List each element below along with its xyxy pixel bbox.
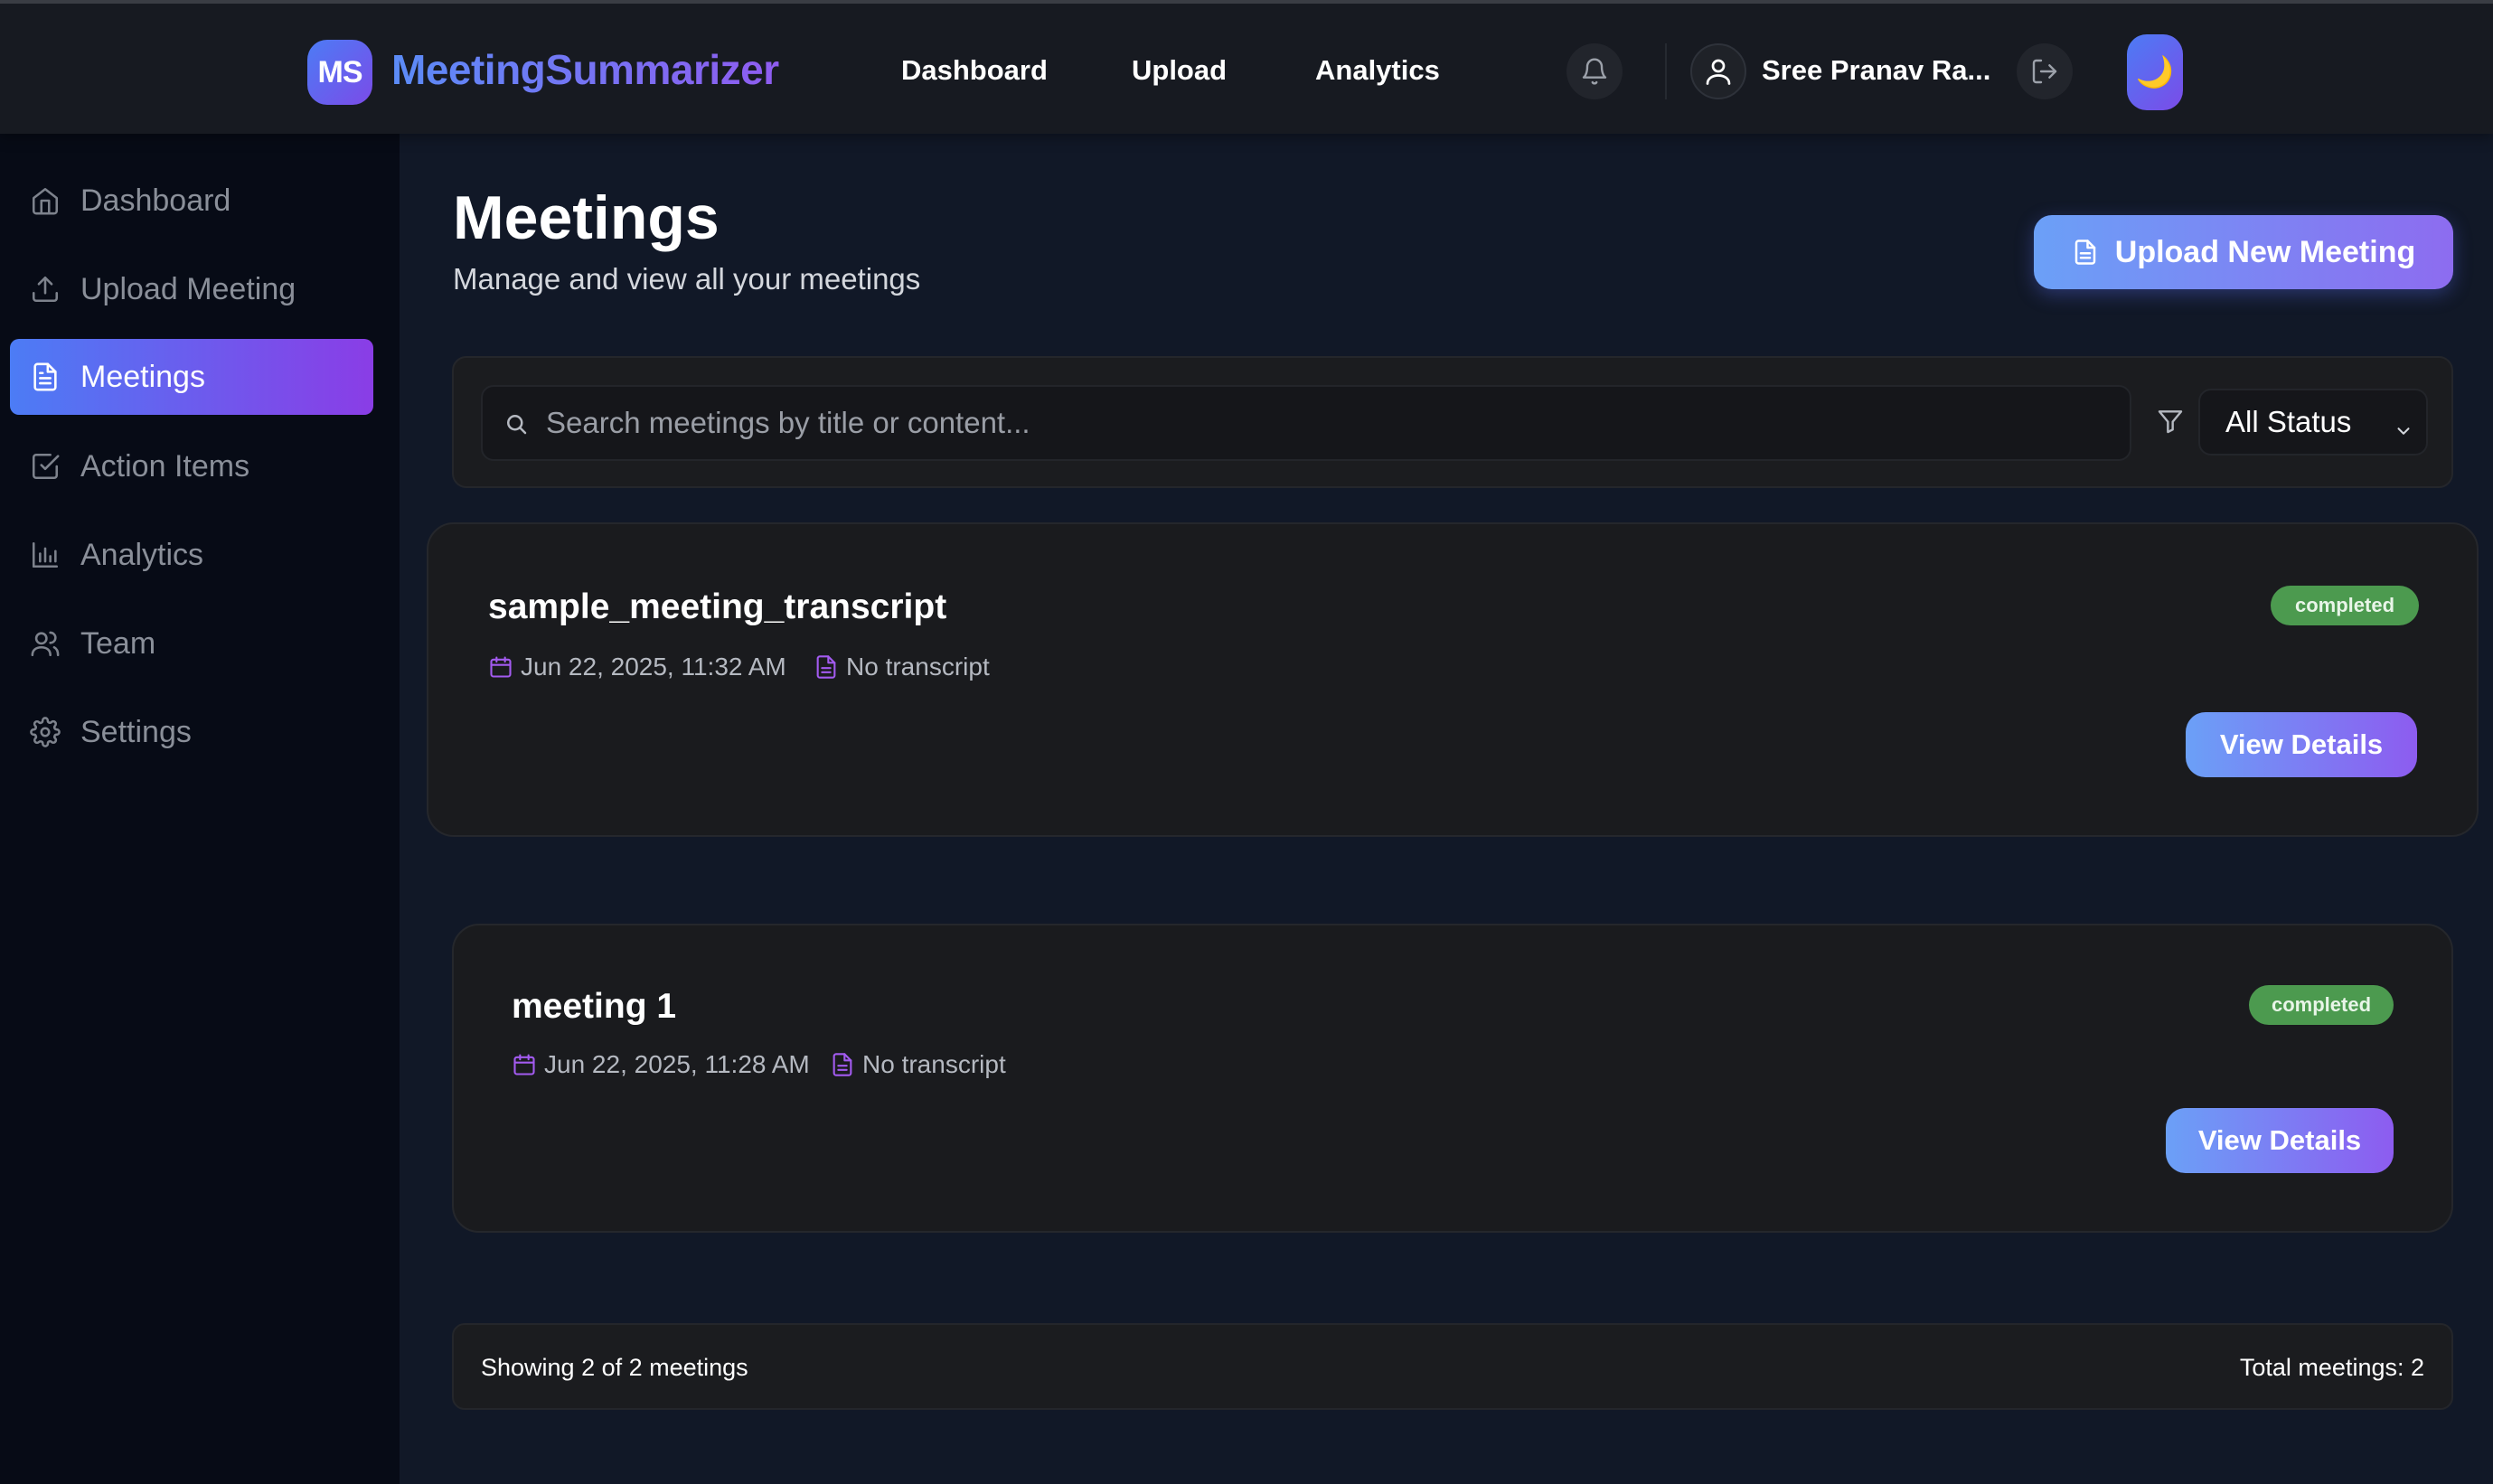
meeting-date-text: Jun 22, 2025, 11:28 AM	[544, 1050, 810, 1078]
moon-icon: 🌙	[2135, 55, 2175, 89]
sidebar-item-label: Meetings	[80, 359, 205, 394]
notifications-button[interactable]	[1566, 43, 1623, 99]
bar-chart-icon	[30, 540, 61, 570]
status-filter-select[interactable]: All Status	[2198, 389, 2428, 456]
calendar-icon	[488, 654, 513, 680]
sidebar-item-settings[interactable]: Settings	[10, 694, 373, 770]
logo-badge[interactable]: MS	[307, 40, 372, 105]
showing-count: Showing 2 of 2 meetings	[481, 1354, 748, 1381]
users-icon	[30, 628, 61, 659]
bell-icon	[1582, 58, 1607, 85]
search-box[interactable]	[481, 385, 2131, 461]
sidebar-item-label: Analytics	[80, 537, 204, 572]
meeting-date-text: Jun 22, 2025, 11:32 AM	[521, 653, 786, 681]
sidebar-item-label: Upload Meeting	[80, 271, 296, 306]
sidebar-item-label: Action Items	[80, 448, 250, 484]
user-icon	[1706, 59, 1731, 85]
topnav-analytics[interactable]: Analytics	[1315, 54, 1440, 87]
page-subtitle: Manage and view all your meetings	[453, 262, 921, 296]
status-badge: completed	[2249, 985, 2394, 1025]
meeting-date: Jun 22, 2025, 11:28 AM	[512, 1050, 810, 1079]
document-icon	[2074, 240, 2096, 265]
sidebar-item-label: Settings	[80, 714, 192, 749]
meeting-title[interactable]: sample_meeting_transcript	[488, 587, 946, 627]
calendar-icon	[512, 1052, 537, 1077]
top-navbar: MS MeetingSummarizer Dashboard Upload An…	[0, 0, 2493, 134]
view-details-button[interactable]: View Details	[2166, 1108, 2394, 1173]
upload-icon	[30, 274, 61, 305]
theme-toggle-button[interactable]: 🌙	[2127, 34, 2183, 110]
meeting-title[interactable]: meeting 1	[512, 987, 676, 1027]
page-title: Meetings	[453, 183, 720, 252]
search-input[interactable]	[546, 387, 2119, 459]
meeting-transcript: No transcript	[830, 1050, 1006, 1079]
filter-icon	[2156, 407, 2185, 440]
upload-new-meeting-button[interactable]: Upload New Meeting	[2034, 215, 2453, 289]
topnav-upload[interactable]: Upload	[1132, 54, 1227, 87]
header-divider	[1665, 43, 1667, 99]
chevron-down-icon	[2394, 414, 2413, 448]
status-filter-value: All Status	[2225, 405, 2352, 438]
document-icon	[30, 362, 61, 392]
logout-button[interactable]	[2017, 43, 2073, 99]
meeting-card[interactable]: meeting 1 Jun 22, 2025, 11:28 AM No tran…	[452, 924, 2453, 1233]
checkbox-icon	[30, 451, 61, 482]
meetings-footer: Showing 2 of 2 meetings Total meetings: …	[452, 1323, 2453, 1410]
meeting-transcript-text: No transcript	[862, 1050, 1006, 1078]
gear-icon	[30, 717, 61, 747]
status-badge: completed	[2271, 586, 2419, 625]
upload-new-meeting-label: Upload New Meeting	[2114, 234, 2416, 269]
sidebar: Dashboard Upload Meeting Meetings Action…	[0, 134, 400, 1484]
sidebar-item-action-items[interactable]: Action Items	[10, 428, 373, 504]
meeting-transcript-text: No transcript	[846, 653, 990, 681]
view-details-button[interactable]: View Details	[2186, 712, 2417, 777]
app-name[interactable]: MeetingSummarizer	[391, 45, 779, 94]
topnav-dashboard[interactable]: Dashboard	[901, 54, 1048, 87]
sidebar-item-dashboard[interactable]: Dashboard	[10, 163, 373, 239]
sidebar-item-label: Team	[80, 625, 156, 661]
sidebar-item-meetings[interactable]: Meetings	[10, 339, 373, 415]
total-count: Total meetings: 2	[2239, 1354, 2424, 1381]
home-icon	[30, 185, 61, 216]
user-name[interactable]: Sree Pranav Ra...	[1762, 54, 1990, 87]
meeting-transcript: No transcript	[814, 653, 990, 681]
meeting-card[interactable]: sample_meeting_transcript Jun 22, 2025, …	[427, 522, 2479, 837]
sidebar-item-upload-meeting[interactable]: Upload Meeting	[10, 251, 373, 327]
user-avatar[interactable]	[1690, 43, 1746, 99]
search-icon	[503, 410, 530, 442]
file-icon	[814, 654, 839, 680]
sidebar-item-team[interactable]: Team	[10, 606, 373, 681]
meeting-date: Jun 22, 2025, 11:32 AM	[488, 653, 786, 681]
sidebar-item-label: Dashboard	[80, 183, 231, 218]
search-filter-panel: All Status	[452, 356, 2453, 488]
file-icon	[830, 1052, 855, 1077]
sidebar-item-analytics[interactable]: Analytics	[10, 517, 373, 593]
logout-icon	[2032, 59, 2057, 84]
